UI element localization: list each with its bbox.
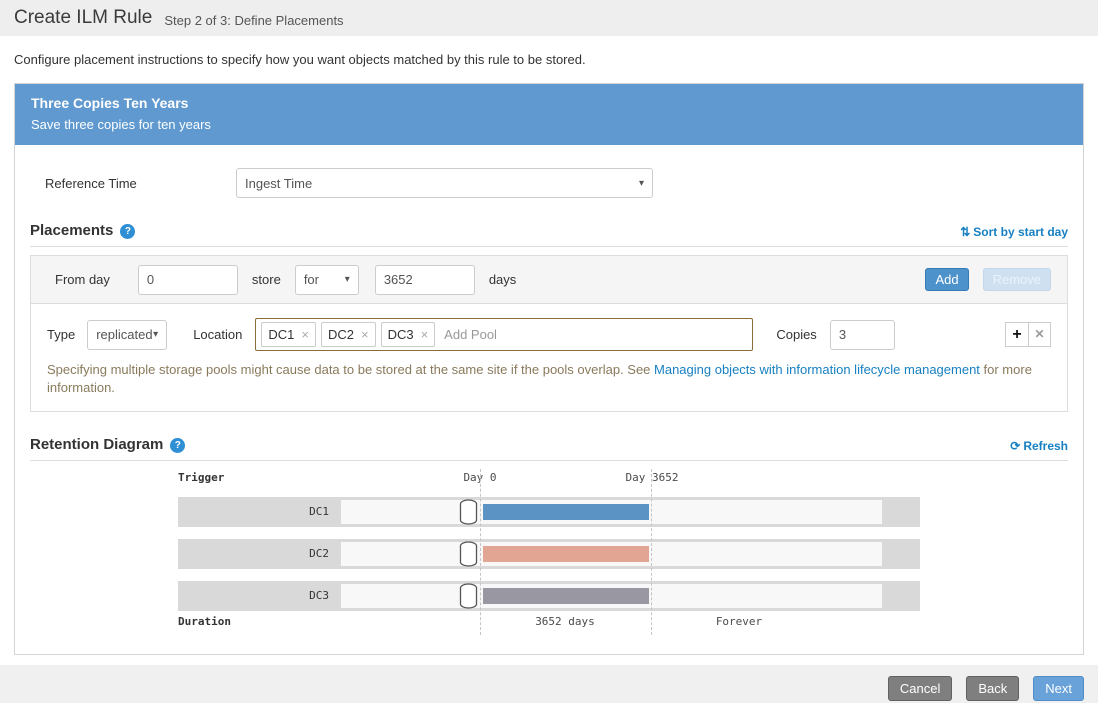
overlap-warning: Specifying multiple storage pools might … (31, 351, 1067, 411)
retention-header: Retention Diagram ? ⟳Refresh (30, 436, 1068, 461)
ilm-rule-panel: Three Copies Ten Years Save three copies… (14, 83, 1084, 655)
location-label: Location (193, 327, 242, 342)
from-day-row: From day store for ▾ days Add Remove (31, 256, 1067, 304)
help-icon[interactable]: ? (120, 224, 135, 239)
store-mode-select[interactable]: for ▾ (295, 265, 359, 295)
diagram-row-dc2: DC2 (178, 539, 920, 569)
warning-text: Specifying multiple storage pools might … (47, 362, 654, 377)
page-header: Create ILM Rule Step 2 of 3: Define Plac… (0, 0, 1098, 36)
pool-token-label: DC2 (328, 327, 354, 342)
intro-text: Configure placement instructions to spec… (14, 52, 1084, 67)
remove-button: Remove (983, 268, 1051, 291)
chevron-down-icon: ▾ (153, 329, 158, 340)
retention-bar-dc3 (483, 588, 649, 604)
copies-label: Copies (776, 327, 816, 342)
sort-by-start-day-link[interactable]: ⇅Sort by start day (960, 225, 1068, 239)
sort-icon: ⇅ (960, 225, 970, 239)
forever-label: Forever (689, 615, 789, 628)
placement-type-row: Type replicated ▾ Location DC1 × DC2 × (31, 304, 1067, 351)
storage-cylinder-icon (459, 541, 478, 567)
add-pool-placeholder: Add Pool (444, 327, 497, 342)
placements-heading: Placements (30, 222, 113, 239)
day-start-gridline (480, 469, 481, 635)
close-icon[interactable]: × (301, 327, 309, 342)
pool-row-label: DC3 (178, 581, 336, 611)
retention-diagram: Trigger Day 0 Day 3652 DC1 DC2 (30, 467, 1068, 639)
day-end-label: Day 3652 (617, 471, 687, 484)
rule-name: Three Copies Ten Years (31, 95, 1067, 111)
days-label: days (489, 272, 516, 287)
type-select[interactable]: replicated ▾ (87, 320, 167, 350)
placements-header: Placements ? ⇅Sort by start day (30, 222, 1068, 247)
ilm-docs-link[interactable]: Managing objects with information lifecy… (654, 362, 980, 377)
back-button[interactable]: Back (966, 676, 1019, 701)
refresh-icon: ⟳ (1010, 439, 1020, 453)
chevron-down-icon: ▾ (639, 178, 644, 189)
diagram-row-dc3: DC3 (178, 581, 920, 611)
placement-actions: + ✕ (1005, 322, 1051, 347)
pool-row-label: DC1 (178, 497, 336, 527)
type-label: Type (47, 327, 75, 342)
placements-box: From day store for ▾ days Add Remove Typ… (30, 255, 1068, 412)
pool-token-label: DC3 (388, 327, 414, 342)
days-input[interactable] (375, 265, 475, 295)
storage-cylinder-icon (459, 499, 478, 525)
reference-time-value: Ingest Time (245, 176, 312, 191)
rule-banner: Three Copies Ten Years Save three copies… (15, 84, 1083, 145)
pool-token: DC1 × (261, 322, 316, 347)
copies-input[interactable] (830, 320, 895, 350)
pool-token-label: DC1 (268, 327, 294, 342)
storage-pool-input[interactable]: DC1 × DC2 × DC3 × Add Pool (255, 318, 753, 351)
close-icon[interactable]: × (421, 327, 429, 342)
help-icon[interactable]: ? (170, 438, 185, 453)
wizard-step-label: Step 2 of 3: Define Placements (164, 9, 343, 28)
remove-placement-button: ✕ (1028, 322, 1051, 347)
from-day-input[interactable] (138, 265, 238, 295)
cancel-button[interactable]: Cancel (888, 676, 952, 701)
trigger-label: Trigger (178, 471, 224, 484)
add-placement-button[interactable]: + (1005, 322, 1028, 347)
store-label: store (252, 272, 281, 287)
close-icon[interactable]: × (361, 327, 369, 342)
pool-token: DC3 × (381, 322, 436, 347)
diagram-row-dc1: DC1 (178, 497, 920, 527)
pool-row-label: DC2 (178, 539, 336, 569)
wizard-footer: Cancel Back Next (0, 665, 1098, 703)
storage-cylinder-icon (459, 583, 478, 609)
pool-token: DC2 × (321, 322, 376, 347)
reference-time-label: Reference Time (45, 176, 236, 191)
retention-bar-dc1 (483, 504, 649, 520)
add-button[interactable]: Add (925, 268, 968, 291)
duration-label: Duration (178, 615, 231, 628)
refresh-link[interactable]: ⟳Refresh (1010, 439, 1068, 453)
from-day-label: From day (55, 272, 110, 287)
retention-bar-dc2 (483, 546, 649, 562)
reference-time-row: Reference Time Ingest Time ▾ (45, 168, 1068, 198)
reference-time-select[interactable]: Ingest Time ▾ (236, 168, 653, 198)
chevron-down-icon: ▾ (345, 274, 350, 285)
duration-value: 3652 days (515, 615, 615, 628)
store-mode-value: for (304, 272, 319, 287)
next-button[interactable]: Next (1033, 676, 1084, 701)
retention-heading: Retention Diagram (30, 436, 163, 453)
day-end-gridline (651, 469, 652, 635)
panel-body: Reference Time Ingest Time ▾ Placements … (15, 145, 1083, 654)
rule-description: Save three copies for ten years (31, 117, 1067, 132)
type-value: replicated (96, 327, 152, 342)
page-title: Create ILM Rule (14, 7, 152, 29)
